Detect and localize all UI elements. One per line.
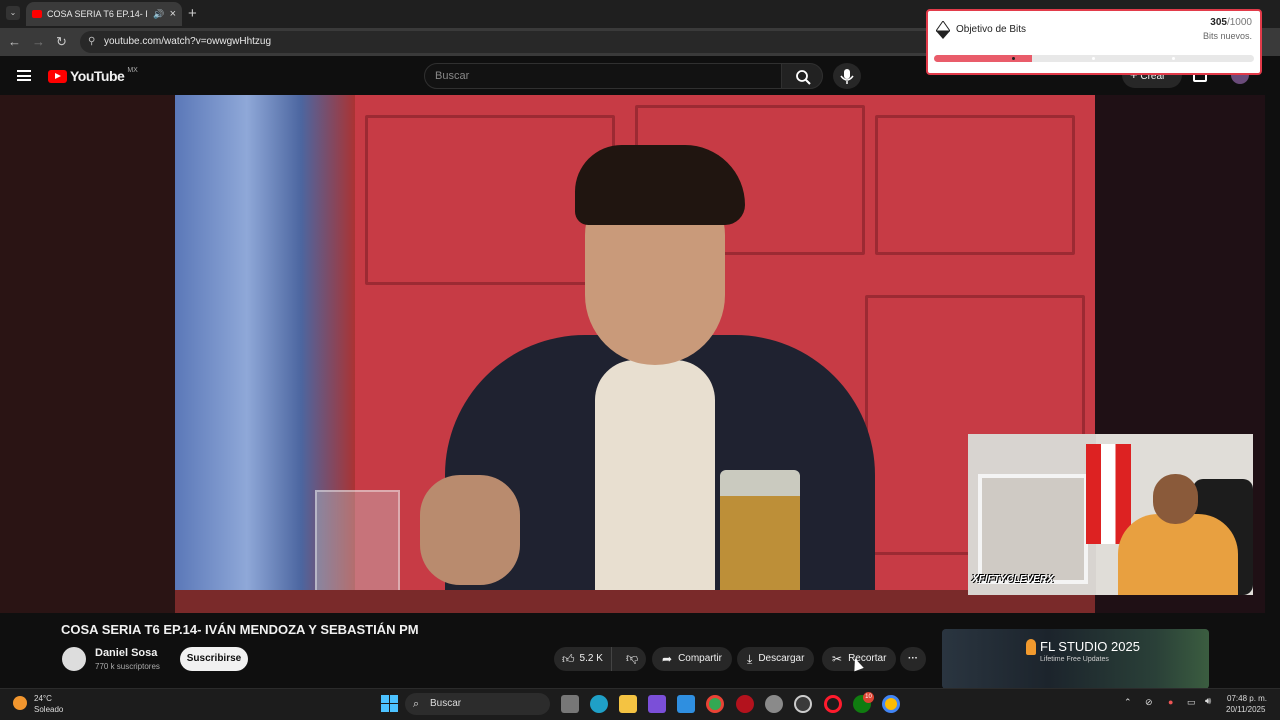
thumbs-down-icon: 👎︎: [626, 651, 639, 665]
video-title: COSA SERIA T6 EP.14- IVÁN MENDOZA Y SEBA…: [61, 622, 419, 637]
task-view-icon[interactable]: [561, 695, 579, 713]
progress-marker: [1012, 57, 1015, 60]
channel-avatar[interactable]: [62, 647, 86, 671]
progress-marker: [1172, 57, 1175, 60]
scissors-icon: ✂: [832, 652, 843, 666]
weather-desc: Soleado: [34, 705, 64, 714]
download-button[interactable]: ⤓ Descargar: [737, 647, 815, 671]
bits-goal: /1000: [1226, 17, 1252, 28]
channel-name[interactable]: Daniel Sosa: [95, 647, 157, 659]
url-text: youtube.com/watch?v=owwgwHhtzug: [104, 36, 272, 47]
bits-gem-icon: [936, 21, 950, 39]
chrome-icon[interactable]: [706, 695, 724, 713]
edge-icon[interactable]: [590, 695, 608, 713]
wall-panel: [875, 115, 1075, 255]
notification-badge: 10: [863, 692, 874, 703]
microphone-tray-icon[interactable]: ●: [1168, 697, 1173, 707]
reload-icon[interactable]: ↻: [56, 34, 67, 50]
windows-taskbar: [0, 688, 1280, 720]
voice-search-button[interactable]: [833, 63, 861, 89]
video-backdrop-left: [0, 95, 175, 613]
youtube-favicon-icon: [32, 10, 42, 18]
download-label: Descargar: [758, 653, 805, 664]
affinity-designer-icon[interactable]: [677, 695, 695, 713]
shelf: [978, 474, 1088, 584]
youtube-logo[interactable]: YouTube MX: [48, 66, 138, 84]
person-hand: [420, 475, 520, 585]
app-red-icon[interactable]: [736, 695, 754, 713]
ad-subtitle: Lifetime Free Updates: [1040, 656, 1109, 663]
person-shirt: [595, 360, 715, 613]
taskbar-search[interactable]: ⌕ Buscar: [405, 693, 550, 715]
bits-progress-bar: [934, 55, 1254, 62]
search-input[interactable]: Buscar: [424, 63, 782, 89]
back-icon[interactable]: ←: [8, 34, 21, 50]
share-button[interactable]: ➦ Compartir: [652, 647, 732, 671]
bits-progress-fill: [934, 55, 1032, 62]
like-button[interactable]: 👍︎ 5.2 K: [554, 647, 612, 671]
bits-goal-overlay: Objetivo de Bits 305/1000 Bits nuevos.: [926, 9, 1262, 75]
chrome-profile-icon[interactable]: [882, 695, 900, 713]
webcam-overlay: XFIFTYCLEVERX: [968, 434, 1253, 595]
file-explorer-icon[interactable]: [619, 695, 637, 713]
dislike-button[interactable]: 👎︎: [618, 646, 638, 672]
search-icon: ⌕: [413, 698, 420, 710]
new-tab-button[interactable]: +: [188, 5, 197, 22]
subscriber-count: 770 k suscriptores: [95, 662, 160, 671]
speaker-icon[interactable]: 🔊: [153, 9, 164, 20]
bits-goal-subtitle: Bits nuevos.: [1202, 31, 1252, 41]
like-dislike-group: 👍︎ 5.2 K 👎︎: [554, 647, 646, 671]
tab-close-icon[interactable]: ×: [170, 8, 176, 20]
more-actions-button[interactable]: ···: [900, 647, 926, 671]
region-code: MX: [127, 66, 138, 74]
table: [175, 590, 1095, 613]
settings-icon[interactable]: [765, 695, 783, 713]
clock-date[interactable]: 20/11/2025: [1226, 705, 1265, 714]
bits-current: 305: [1210, 17, 1227, 28]
tab-title: COSA SERIA T6 EP.14- IVÁN: [47, 9, 148, 19]
weather-icon[interactable]: [13, 696, 27, 710]
tray-app-icon[interactable]: ⊘: [1145, 697, 1153, 708]
download-icon: ⤓: [747, 652, 753, 666]
streamer-head: [1153, 474, 1198, 524]
start-button[interactable]: [381, 695, 398, 712]
network-icon[interactable]: ▭: [1187, 697, 1196, 708]
weather-temp[interactable]: 24°C: [34, 694, 52, 703]
bits-goal-title: Objetivo de Bits: [956, 24, 1027, 35]
video-player[interactable]: [175, 95, 1095, 613]
youtube-wordmark: YouTube: [70, 68, 125, 84]
like-count: 5.2 K: [579, 653, 603, 664]
steam-icon[interactable]: [794, 695, 812, 713]
beer-glass: [720, 470, 800, 600]
browser-tab[interactable]: COSA SERIA T6 EP.14- IVÁN 🔊 ×: [26, 2, 182, 26]
volume-icon[interactable]: 🔊︎: [1205, 696, 1211, 707]
person-hair: [575, 145, 745, 225]
share-icon: ➦: [662, 652, 673, 666]
taskbar-search-label: Buscar: [430, 698, 462, 709]
tab-list-button[interactable]: ⌄: [6, 6, 20, 20]
flag: [1086, 444, 1131, 544]
menu-icon[interactable]: [17, 70, 31, 81]
search-button[interactable]: [781, 63, 823, 89]
fl-studio-logo-icon: [1026, 639, 1036, 655]
ad-banner[interactable]: FL STUDIO 2025 Lifetime Free Updates: [942, 629, 1209, 689]
streamer-name-tag: XFIFTYCLEVERX: [972, 574, 1054, 585]
progress-marker: [1092, 57, 1095, 60]
site-info-icon[interactable]: ⚲: [88, 31, 95, 53]
microphone-icon: [840, 69, 854, 84]
forward-icon[interactable]: →: [32, 34, 45, 50]
tray-overflow-icon[interactable]: ⌃: [1124, 697, 1132, 708]
share-label: Compartir: [678, 653, 722, 664]
opera-icon[interactable]: [824, 695, 842, 713]
ad-title: FL STUDIO 2025: [1040, 639, 1140, 654]
search-icon: [796, 70, 811, 85]
affinity-icon[interactable]: [648, 695, 666, 713]
thumbs-up-icon: 👍︎: [562, 652, 575, 666]
subscribe-button[interactable]: Suscribirse: [180, 647, 248, 671]
youtube-play-icon: [48, 69, 67, 83]
bits-goal-count: 305/1000: [1210, 17, 1252, 28]
clock-time[interactable]: 07:48 p. m.: [1227, 694, 1267, 703]
streamer: [1118, 514, 1238, 595]
